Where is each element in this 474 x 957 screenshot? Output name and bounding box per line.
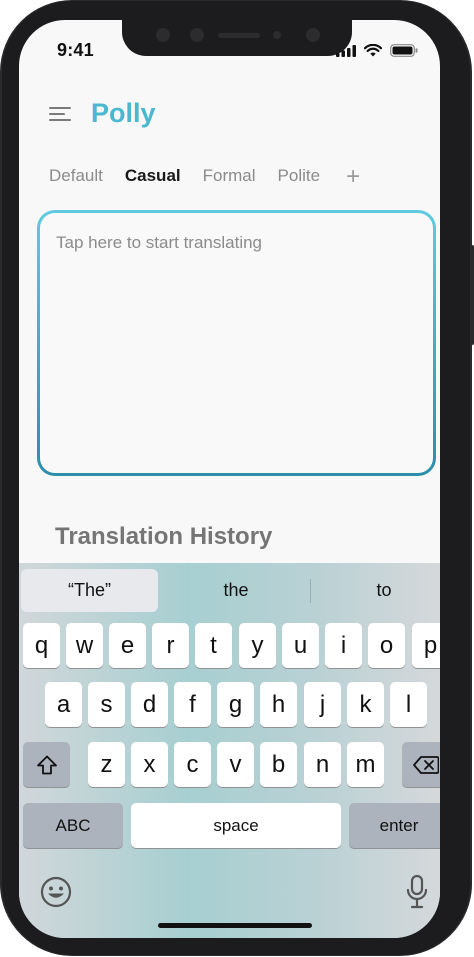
key-h[interactable]: h: [260, 682, 297, 727]
key-e[interactable]: e: [109, 623, 146, 668]
key-q[interactable]: q: [23, 623, 60, 668]
key-j[interactable]: j: [304, 682, 341, 727]
enter-key[interactable]: enter: [349, 803, 440, 848]
speaker-grille: [218, 33, 260, 38]
app-title: Polly: [91, 98, 156, 128]
key-c[interactable]: c: [174, 742, 211, 787]
key-o[interactable]: o: [368, 623, 405, 668]
microphone-icon[interactable]: [405, 874, 429, 910]
screen: 9:41 Polly Default Casual Formal Polite …: [19, 20, 440, 938]
add-tab-icon[interactable]: +: [346, 164, 360, 188]
status-icons: [336, 44, 418, 57]
key-t[interactable]: t: [195, 623, 232, 668]
key-d[interactable]: d: [131, 682, 168, 727]
shift-key[interactable]: [23, 742, 70, 787]
home-indicator: [158, 923, 312, 928]
tone-tabs: Default Casual Formal Polite +: [49, 164, 360, 188]
suggestion-1[interactable]: “The”: [21, 569, 158, 612]
key-g[interactable]: g: [217, 682, 254, 727]
signal-icon: [336, 44, 356, 57]
backspace-icon: [412, 755, 439, 774]
space-key[interactable]: space: [131, 803, 341, 848]
emoji-icon[interactable]: [40, 876, 72, 908]
backspace-key[interactable]: [402, 742, 440, 787]
key-r[interactable]: r: [152, 623, 189, 668]
history-title: Translation History: [55, 523, 273, 550]
tab-formal[interactable]: Formal: [203, 166, 256, 186]
key-v[interactable]: v: [217, 742, 254, 787]
tab-polite[interactable]: Polite: [278, 166, 321, 186]
key-b[interactable]: b: [260, 742, 297, 787]
sensor-icon: [190, 28, 204, 42]
status-time: 9:41: [57, 40, 94, 60]
translation-input[interactable]: Tap here to start translating: [37, 210, 436, 476]
key-z[interactable]: z: [88, 742, 125, 787]
suggestion-2[interactable]: the: [162, 569, 310, 612]
app-header: Polly: [49, 98, 156, 129]
key-m[interactable]: m: [347, 742, 384, 787]
keyboard: “The” the to q w e r t y u i o p a s d f…: [19, 563, 440, 938]
key-p[interactable]: p: [412, 623, 440, 668]
key-n[interactable]: n: [304, 742, 341, 787]
input-placeholder: Tap here to start translating: [56, 233, 263, 252]
battery-icon: [390, 44, 418, 57]
key-w[interactable]: w: [66, 623, 103, 668]
key-s[interactable]: s: [88, 682, 125, 727]
key-f[interactable]: f: [174, 682, 211, 727]
key-i[interactable]: i: [325, 623, 362, 668]
shift-icon: [36, 755, 57, 774]
key-k[interactable]: k: [347, 682, 384, 727]
key-l[interactable]: l: [390, 682, 427, 727]
key-y[interactable]: y: [239, 623, 276, 668]
front-camera-icon: [306, 28, 320, 42]
notch: [122, 20, 352, 56]
sensor-icon: [156, 28, 170, 42]
key-a[interactable]: a: [45, 682, 82, 727]
menu-icon[interactable]: [49, 106, 73, 122]
tab-default[interactable]: Default: [49, 166, 103, 186]
suggestion-3[interactable]: to: [310, 569, 440, 612]
wifi-icon: [364, 44, 382, 57]
phone-frame: 9:41 Polly Default Casual Formal Polite …: [0, 0, 474, 957]
proximity-sensor: [273, 31, 281, 39]
tab-casual[interactable]: Casual: [125, 166, 181, 186]
key-u[interactable]: u: [282, 623, 319, 668]
key-x[interactable]: x: [131, 742, 168, 787]
abc-key[interactable]: ABC: [23, 803, 123, 848]
